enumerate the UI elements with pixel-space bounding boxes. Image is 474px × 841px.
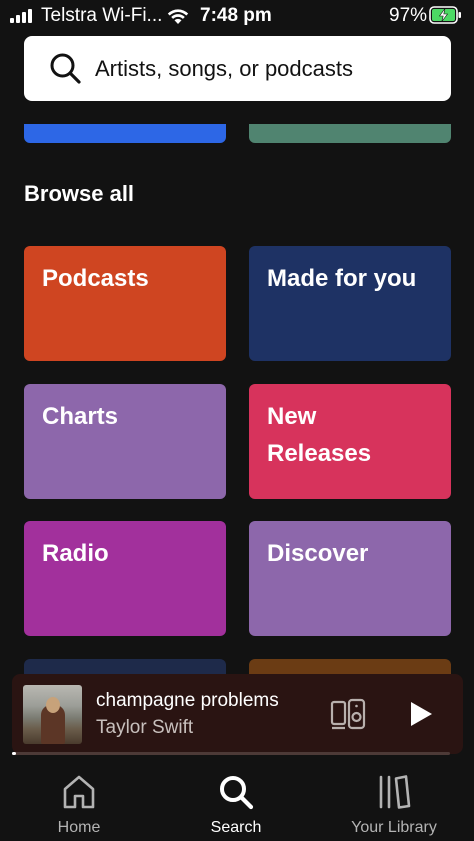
status-bar: Telstra Wi-Fi... 7:48 pm 97%	[0, 0, 474, 32]
nav-your-library[interactable]: Your Library	[324, 774, 464, 837]
category-tile-label: Discover	[267, 540, 369, 567]
bottom-navigation: Home Search Your Library	[0, 760, 474, 841]
play-icon[interactable]	[407, 700, 435, 728]
search-icon	[50, 53, 81, 84]
battery-percentage: 97%	[389, 5, 428, 26]
battery-charging-icon	[429, 6, 461, 24]
partial-category-tile[interactable]	[249, 124, 451, 143]
search-icon	[220, 776, 254, 810]
spotify-search-screen: Telstra Wi-Fi... 7:48 pm 97% Artists, so…	[0, 0, 474, 841]
track-artist: Taylor Swift	[96, 717, 194, 738]
nav-search-label: Search	[210, 819, 262, 836]
category-tile-discover[interactable]: Discover	[249, 521, 451, 636]
category-tile-label: Podcasts	[42, 265, 149, 292]
category-tile-new-releases[interactable]: New Releases	[249, 384, 451, 499]
playback-progress-bar[interactable]	[12, 752, 450, 755]
album-art-head	[46, 697, 60, 713]
browse-all-heading: Browse all	[24, 181, 135, 206]
category-tile-charts[interactable]: Charts	[24, 384, 226, 499]
category-tile-label: Charts	[42, 403, 119, 430]
playback-progress-fill	[12, 752, 17, 755]
partial-category-tile[interactable]	[24, 124, 226, 143]
search-placeholder: Artists, songs, or podcasts	[95, 56, 353, 81]
category-tile-made-for-you[interactable]: Made for you	[249, 246, 451, 361]
category-tile-podcasts[interactable]: Podcasts	[24, 246, 226, 361]
wifi-icon	[167, 9, 189, 24]
category-tile-label: New Releases	[267, 403, 372, 467]
clock: 7:48 pm	[200, 5, 272, 26]
carrier-name: Telstra Wi-Fi...	[41, 5, 163, 26]
home-icon	[63, 775, 95, 809]
album-art	[23, 685, 82, 744]
nav-home-label: Home	[57, 819, 101, 836]
now-playing-bar[interactable]: champagne problems Taylor Swift	[12, 674, 463, 754]
category-tile-label: Radio	[42, 540, 109, 567]
track-title: champagne problems	[96, 690, 279, 711]
category-tile-radio[interactable]: Radio	[24, 521, 226, 636]
signal-strength-icon	[10, 9, 32, 23]
category-tile-label: Made for you	[267, 265, 417, 292]
nav-home[interactable]: Home	[9, 774, 149, 837]
search-bar[interactable]: Artists, songs, or podcasts	[24, 36, 451, 101]
connect-device-icon[interactable]	[330, 698, 366, 730]
nav-search[interactable]: Search	[166, 774, 306, 837]
library-icon	[379, 775, 411, 809]
nav-your-library-label: Your Library	[351, 819, 437, 836]
